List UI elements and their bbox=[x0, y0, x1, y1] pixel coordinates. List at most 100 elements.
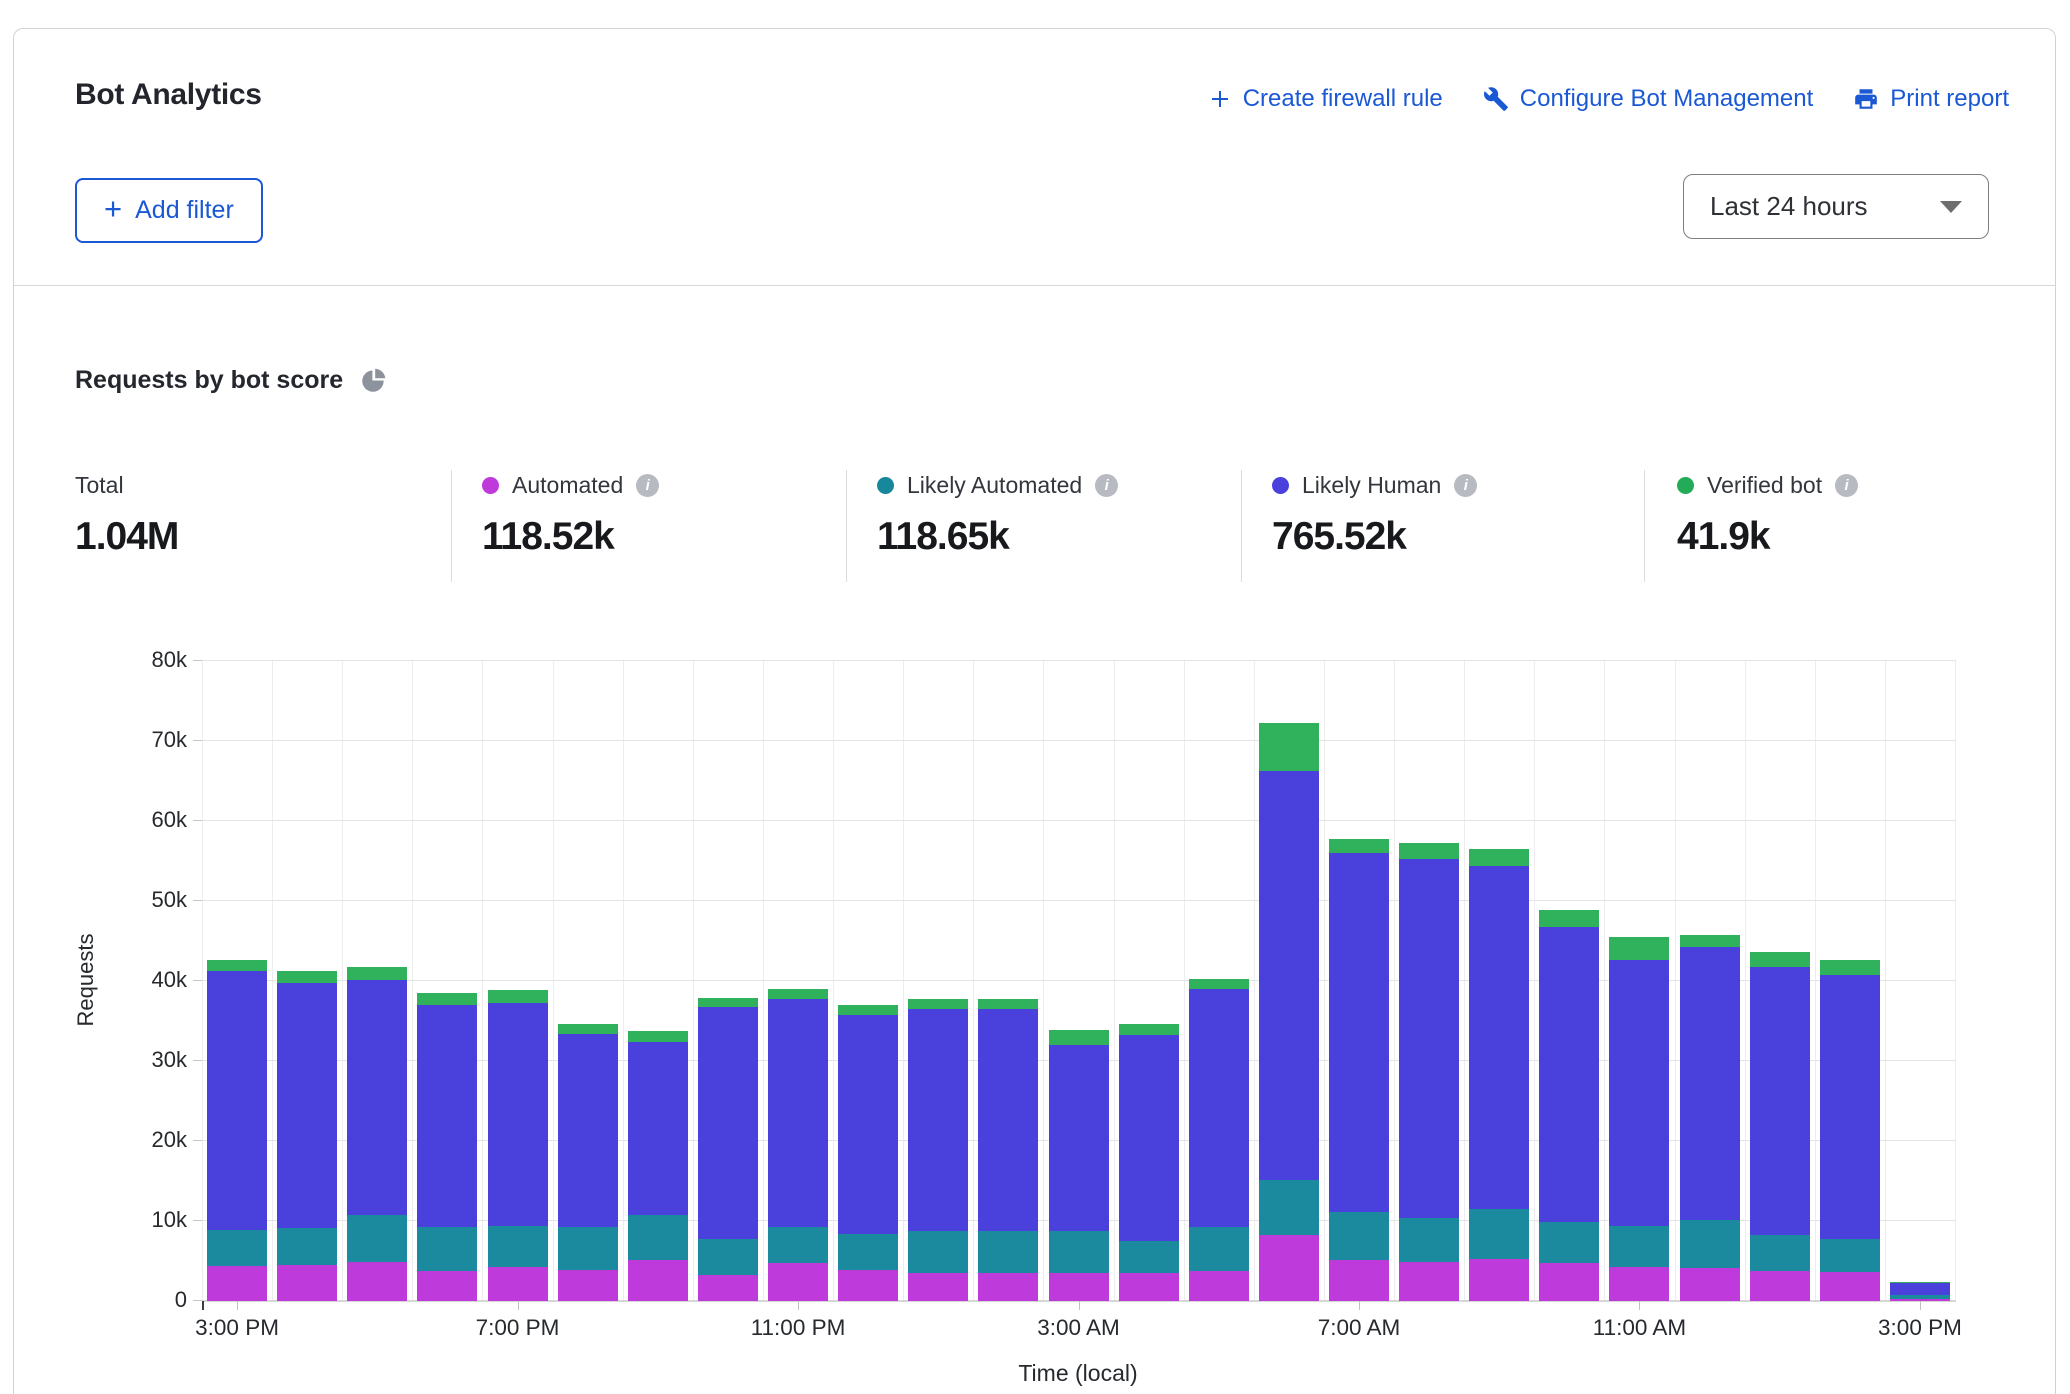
bar-segment-verified-bot[interactable] bbox=[1119, 1024, 1179, 1035]
bar-segment-likely-human[interactable] bbox=[347, 980, 407, 1215]
bar-segment-likely-human[interactable] bbox=[1119, 1035, 1179, 1241]
bar-segment-likely-human[interactable] bbox=[1259, 771, 1319, 1180]
bar-segment-automated[interactable] bbox=[1469, 1259, 1529, 1301]
bar-segment-automated[interactable] bbox=[1259, 1235, 1319, 1301]
stacked-bar-8-00-am[interactable] bbox=[1399, 843, 1459, 1301]
bar-segment-verified-bot[interactable] bbox=[417, 993, 477, 1005]
bar-segment-likely-automated[interactable] bbox=[347, 1215, 407, 1261]
bar-segment-verified-bot[interactable] bbox=[1399, 843, 1459, 860]
bar-segment-automated[interactable] bbox=[768, 1263, 828, 1301]
stacked-bar-6-00-pm[interactable] bbox=[417, 993, 477, 1301]
bar-segment-verified-bot[interactable] bbox=[628, 1031, 688, 1042]
bar-segment-likely-automated[interactable] bbox=[978, 1231, 1038, 1273]
bar-segment-likely-automated[interactable] bbox=[698, 1239, 758, 1275]
bar-segment-likely-automated[interactable] bbox=[1820, 1239, 1880, 1273]
bar-segment-automated[interactable] bbox=[978, 1273, 1038, 1301]
print-report-link[interactable]: Print report bbox=[1853, 85, 2009, 113]
bar-segment-likely-human[interactable] bbox=[488, 1003, 548, 1225]
stacked-bar-10-00-am[interactable] bbox=[1539, 910, 1599, 1301]
bar-segment-likely-automated[interactable] bbox=[1329, 1212, 1389, 1260]
bar-segment-likely-human[interactable] bbox=[1399, 859, 1459, 1217]
time-range-dropdown[interactable]: Last 24 hours bbox=[1683, 174, 1989, 239]
bar-segment-likely-automated[interactable] bbox=[1680, 1220, 1740, 1268]
bar-segment-likely-human[interactable] bbox=[1609, 960, 1669, 1226]
bar-segment-likely-human[interactable] bbox=[558, 1034, 618, 1228]
bar-segment-automated[interactable] bbox=[207, 1266, 267, 1301]
bar-segment-likely-human[interactable] bbox=[1049, 1045, 1109, 1231]
bar-segment-automated[interactable] bbox=[277, 1265, 337, 1301]
bar-segment-likely-automated[interactable] bbox=[488, 1226, 548, 1268]
bar-segment-verified-bot[interactable] bbox=[1329, 839, 1389, 853]
bar-segment-automated[interactable] bbox=[838, 1270, 898, 1301]
bar-segment-automated[interactable] bbox=[1609, 1267, 1669, 1301]
stacked-bar-6-00-am[interactable] bbox=[1259, 723, 1319, 1301]
stacked-bar-1-00-am[interactable] bbox=[908, 999, 968, 1301]
bar-segment-likely-human[interactable] bbox=[1329, 853, 1389, 1212]
stacked-bar-10-00-pm[interactable] bbox=[698, 998, 758, 1301]
bar-segment-verified-bot[interactable] bbox=[1680, 935, 1740, 947]
bar-segment-likely-human[interactable] bbox=[417, 1005, 477, 1227]
bar-segment-likely-human[interactable] bbox=[698, 1007, 758, 1239]
bar-segment-likely-human[interactable] bbox=[207, 971, 267, 1230]
bar-segment-likely-human[interactable] bbox=[768, 999, 828, 1228]
bar-segment-verified-bot[interactable] bbox=[1609, 937, 1669, 960]
bar-segment-verified-bot[interactable] bbox=[698, 998, 758, 1008]
bar-segment-verified-bot[interactable] bbox=[1820, 960, 1880, 975]
bar-segment-automated[interactable] bbox=[347, 1262, 407, 1301]
bar-segment-likely-human[interactable] bbox=[978, 1009, 1038, 1231]
bar-segment-likely-human[interactable] bbox=[838, 1015, 898, 1233]
bar-segment-automated[interactable] bbox=[1750, 1271, 1810, 1301]
info-icon[interactable]: i bbox=[1095, 474, 1118, 497]
bar-segment-likely-automated[interactable] bbox=[1539, 1222, 1599, 1263]
bar-segment-automated[interactable] bbox=[698, 1275, 758, 1301]
bar-segment-likely-automated[interactable] bbox=[417, 1227, 477, 1271]
bar-segment-likely-automated[interactable] bbox=[1609, 1226, 1669, 1267]
stacked-bar-4-00-am[interactable] bbox=[1119, 1024, 1179, 1301]
stacked-bar-11-00-pm[interactable] bbox=[768, 989, 828, 1301]
bar-segment-automated[interactable] bbox=[1049, 1273, 1109, 1301]
bar-segment-automated[interactable] bbox=[908, 1273, 968, 1301]
bar-segment-verified-bot[interactable] bbox=[1750, 952, 1810, 966]
bar-segment-automated[interactable] bbox=[1820, 1272, 1880, 1301]
bar-segment-likely-human[interactable] bbox=[1820, 975, 1880, 1238]
bar-segment-likely-human[interactable] bbox=[1539, 927, 1599, 1222]
bar-segment-verified-bot[interactable] bbox=[768, 989, 828, 999]
bar-segment-likely-human[interactable] bbox=[1750, 967, 1810, 1235]
bar-segment-likely-automated[interactable] bbox=[768, 1227, 828, 1263]
configure-bot-management-link[interactable]: Configure Bot Management bbox=[1483, 85, 1814, 113]
stacked-bar-2-00-pm[interactable] bbox=[1820, 960, 1880, 1301]
bar-segment-verified-bot[interactable] bbox=[978, 999, 1038, 1009]
bar-segment-automated[interactable] bbox=[417, 1271, 477, 1301]
stacked-bar-12-00-pm[interactable] bbox=[1680, 935, 1740, 1301]
stacked-bar-8-00-pm[interactable] bbox=[558, 1024, 618, 1301]
bar-segment-likely-automated[interactable] bbox=[1399, 1218, 1459, 1262]
bar-segment-automated[interactable] bbox=[1329, 1260, 1389, 1301]
bar-segment-verified-bot[interactable] bbox=[1259, 723, 1319, 771]
bar-segment-automated[interactable] bbox=[1680, 1268, 1740, 1301]
stacked-bar-11-00-am[interactable] bbox=[1609, 937, 1669, 1301]
bar-segment-likely-automated[interactable] bbox=[1049, 1231, 1109, 1273]
bar-segment-automated[interactable] bbox=[628, 1260, 688, 1301]
bar-segment-automated[interactable] bbox=[1189, 1271, 1249, 1301]
bar-segment-likely-human[interactable] bbox=[908, 1009, 968, 1231]
bar-segment-verified-bot[interactable] bbox=[558, 1024, 618, 1034]
bar-segment-verified-bot[interactable] bbox=[1539, 910, 1599, 927]
bar-segment-verified-bot[interactable] bbox=[207, 960, 267, 970]
bar-segment-verified-bot[interactable] bbox=[347, 967, 407, 981]
bar-segment-automated[interactable] bbox=[488, 1267, 548, 1301]
stacked-bar-12-00-am[interactable] bbox=[838, 1005, 898, 1301]
stacked-bar-7-00-pm[interactable] bbox=[488, 990, 548, 1301]
bar-segment-likely-human[interactable] bbox=[1469, 866, 1529, 1209]
stacked-bar-3-00-pm[interactable] bbox=[1890, 1282, 1950, 1301]
bar-segment-likely-automated[interactable] bbox=[908, 1231, 968, 1273]
bar-segment-likely-automated[interactable] bbox=[207, 1230, 267, 1266]
bar-segment-automated[interactable] bbox=[558, 1270, 618, 1301]
bar-segment-automated[interactable] bbox=[1399, 1262, 1459, 1301]
bar-segment-automated[interactable] bbox=[1119, 1273, 1179, 1301]
bar-segment-likely-automated[interactable] bbox=[1119, 1241, 1179, 1273]
stacked-bar-4-00-pm[interactable] bbox=[277, 971, 337, 1301]
bar-segment-likely-automated[interactable] bbox=[838, 1234, 898, 1270]
bar-segment-likely-automated[interactable] bbox=[1259, 1180, 1319, 1235]
stacked-bar-1-00-pm[interactable] bbox=[1750, 952, 1810, 1301]
bar-segment-verified-bot[interactable] bbox=[277, 971, 337, 983]
